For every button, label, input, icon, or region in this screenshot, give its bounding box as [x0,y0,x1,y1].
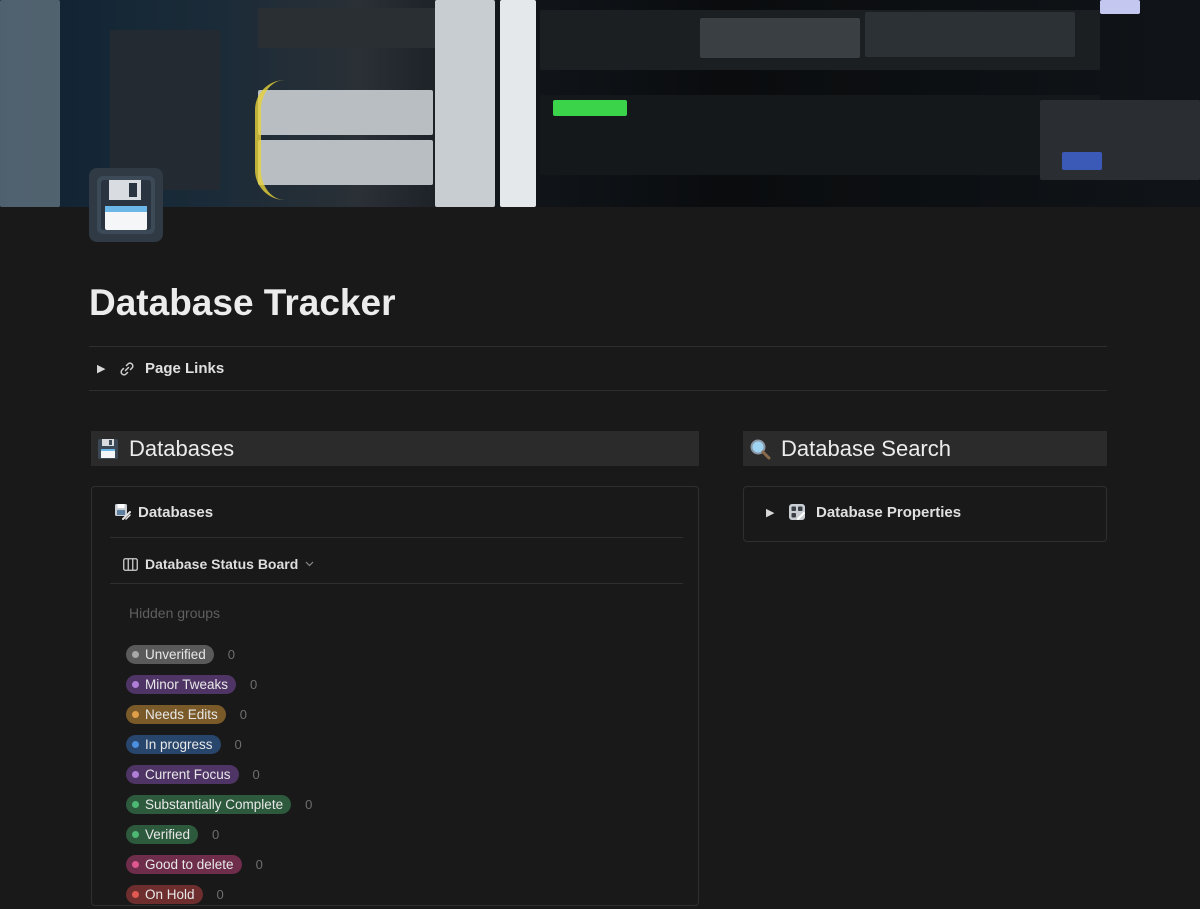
status-pill[interactable]: Needs Edits [126,704,226,724]
page-links-label: Page Links [145,360,225,377]
board-icon [123,557,138,571]
status-label: Substantially Complete [145,796,284,812]
database-search-heading: Database Search [743,431,1107,466]
status-dot-icon [132,860,139,868]
status-label: Unverified [145,646,206,662]
status-dot-icon [132,710,139,718]
hidden-groups-label: Hidden groups [129,605,221,621]
status-pill[interactable]: Unverified [126,644,214,664]
status-label: Good to delete [145,856,234,872]
group-row[interactable]: Current Focus 0 [126,759,312,789]
database-status-board-tab[interactable]: Database Status Board [123,556,314,572]
status-dot-icon [132,890,139,898]
hidden-groups-list: Unverified 0 Minor Tweaks 0 Needs Edits 0 In p… [126,639,312,909]
status-dot-icon [132,830,139,838]
page-links-toggle[interactable]: ▶ Page Links [89,346,1107,391]
status-pill[interactable]: On Hold [126,884,203,904]
group-row[interactable]: Unverified 0 [126,639,312,669]
status-pill[interactable]: Minor Tweaks [126,674,237,694]
group-row[interactable]: Good to delete 0 [126,849,312,879]
floppy-disk-icon [97,176,155,234]
group-row[interactable]: On Hold 0 [126,879,312,909]
group-row[interactable]: Minor Tweaks 0 [126,669,312,699]
databases-card-title[interactable]: Databases [114,503,213,521]
databases-heading: Databases [91,431,699,466]
database-search-heading-text: Database Search [781,435,951,461]
database-card-icon [115,504,131,520]
group-count: 0 [227,646,236,662]
databases-card-title-text: Databases [138,503,214,521]
database-properties-label: Database Properties [816,503,962,521]
databases-heading-text: Databases [129,435,235,461]
status-label: Minor Tweaks [145,676,229,692]
status-label: On Hold [145,886,195,902]
group-row[interactable]: In progress 0 [126,729,312,759]
chevron-down-icon[interactable] [305,561,314,567]
status-pill[interactable]: Good to delete [126,854,242,874]
database-properties-toggle[interactable]: ▶ Database Properties [766,503,961,521]
status-dot-icon [132,800,139,808]
group-count: 0 [234,736,242,752]
view-divider [110,583,683,584]
status-pill[interactable]: Substantially Complete [126,794,292,814]
status-pill[interactable]: Current Focus [126,764,239,784]
status-dot-icon [132,740,139,748]
status-label: Verified [145,826,191,842]
status-pill[interactable]: In progress [126,734,221,754]
toggle-triangle-icon[interactable]: ▶ [766,506,778,519]
group-row[interactable]: Verified 0 [126,819,312,849]
group-count: 0 [216,886,224,902]
view-tab-label: Database Status Board [145,556,299,572]
group-count: 0 [239,706,248,722]
group-row[interactable]: Needs Edits 0 [126,699,312,729]
status-label: Needs Edits [145,706,218,722]
status-dot-icon [132,770,139,778]
magnifier-icon [750,439,771,459]
status-label: In progress [145,736,213,752]
properties-icon [789,504,805,520]
status-dot-icon [132,680,139,688]
group-count: 0 [250,676,258,692]
group-row[interactable]: Substantially Complete 0 [126,789,312,819]
toggle-triangle-icon[interactable]: ▶ [97,362,109,375]
status-label: Current Focus [145,766,231,782]
floppy-disk-icon [98,438,118,459]
group-count: 0 [305,796,313,812]
cover-image [0,0,1200,207]
status-dot-icon [132,650,139,658]
card-divider [110,537,683,538]
page-icon[interactable] [89,168,163,242]
group-count: 0 [212,826,220,842]
page-title[interactable]: Database Tracker [89,282,395,324]
group-count: 0 [252,766,260,782]
group-count: 0 [255,856,263,872]
status-pill[interactable]: Verified [126,824,199,844]
link-icon [120,361,134,376]
